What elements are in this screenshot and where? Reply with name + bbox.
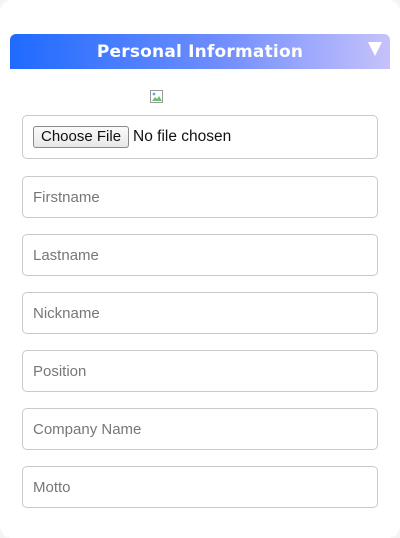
position-field xyxy=(22,350,378,392)
nickname-field xyxy=(22,292,378,334)
section-header[interactable]: Personal Information xyxy=(10,34,390,69)
section-title: Personal Information xyxy=(96,41,304,62)
position-input[interactable] xyxy=(23,351,377,391)
motto-field xyxy=(22,466,378,508)
firstname-field xyxy=(22,176,378,218)
choose-file-button[interactable]: Choose File xyxy=(33,126,130,148)
nickname-input[interactable] xyxy=(23,293,377,333)
motto-input[interactable] xyxy=(23,467,377,507)
company-name-field xyxy=(22,408,378,450)
company-name-input[interactable] xyxy=(23,409,377,449)
personal-information-card: Personal Information Choose File No file… xyxy=(0,0,400,538)
lastname-input[interactable] xyxy=(23,235,377,275)
firstname-input[interactable] xyxy=(23,177,377,217)
broken-image-icon xyxy=(150,90,163,103)
triangle-down-icon[interactable] xyxy=(368,42,382,56)
lastname-field xyxy=(22,234,378,276)
file-status: No file chosen xyxy=(133,128,232,145)
profile-photo-upload: Choose File No file chosen xyxy=(22,115,378,159)
